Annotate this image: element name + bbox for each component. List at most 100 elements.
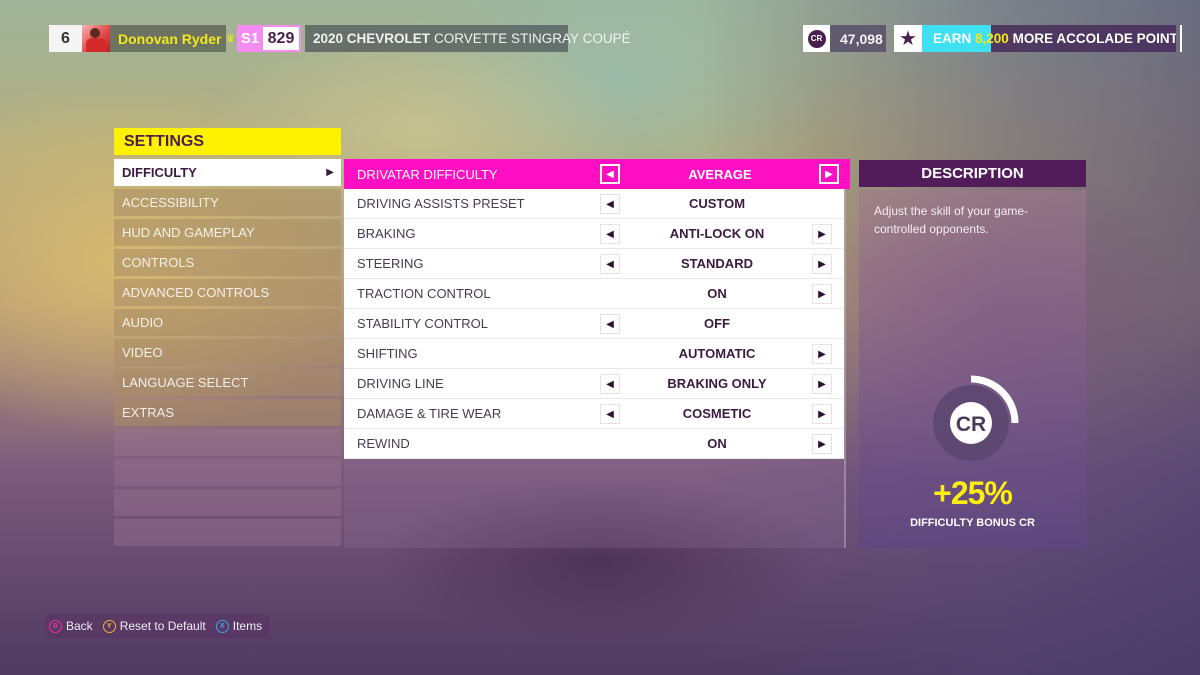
previous-value-button[interactable]: ◀ <box>600 164 620 184</box>
next-value-button[interactable]: ▶ <box>812 344 832 364</box>
description-panel: Adjust the skill of your game-controlled… <box>859 190 1086 548</box>
hint-label: Reset to Default <box>119 619 206 633</box>
cr-icon: CR <box>956 413 986 436</box>
previous-value-button[interactable]: ◀ <box>600 374 620 394</box>
option-label: REWIND <box>357 436 410 451</box>
option-steering[interactable]: STEERING ◀ STANDARD ▶ <box>344 249 844 279</box>
hint-label: Items <box>232 619 263 633</box>
button-hints: B Back Y Reset to Default X Items <box>45 614 271 638</box>
option-traction-control[interactable]: TRACTION CONTROL ON ▶ <box>344 279 844 309</box>
credits-icon-box: CR <box>803 25 830 52</box>
previous-value-button[interactable]: ◀ <box>600 254 620 274</box>
option-value: COSMETIC <box>682 406 752 421</box>
controller-button-y-icon: Y <box>102 619 116 633</box>
accolade-progress: ★ EARN 8,200 MORE ACCOLADE POINTS <box>894 25 1182 52</box>
accolade-bar: EARN 8,200 MORE ACCOLADE POINTS <box>922 25 1176 52</box>
next-value-button[interactable]: ▶ <box>812 434 832 454</box>
sidebar-item-language-select[interactable]: LANGUAGE SELECT <box>114 369 341 396</box>
accolade-divider <box>1180 25 1182 52</box>
next-value-button[interactable]: ▶ <box>812 284 832 304</box>
car-model: CORVETTE STINGRAY COUPÉ <box>434 31 631 46</box>
option-label: STEERING <box>357 256 424 271</box>
option-label: DRIVING LINE <box>357 376 444 391</box>
option-value: AVERAGE <box>688 166 752 182</box>
hint-back[interactable]: B Back <box>49 619 93 633</box>
credits-display: CR 47,098 <box>803 25 886 52</box>
accolade-text: EARN 8,200 MORE ACCOLADE POINTS <box>922 31 1176 46</box>
option-label: DRIVING ASSISTS PRESET <box>357 196 525 211</box>
next-value-button[interactable]: ▶ <box>812 374 832 394</box>
crown-icon: ♛ <box>225 33 236 45</box>
bonus-value: +25% <box>933 475 1013 511</box>
option-driving-assists-preset[interactable]: DRIVING ASSISTS PRESET ◀ CUSTOM <box>344 189 844 219</box>
settings-menu: DIFFICULTY ▶ ACCESSIBILITY HUD AND GAMEPLAY… <box>114 159 341 549</box>
hint-label: Back <box>66 619 93 633</box>
option-label: DRIVATAR DIFFICULTY <box>357 166 498 182</box>
car-class-badge: S1 <box>237 25 263 52</box>
option-value: AUTOMATIC <box>678 346 756 361</box>
option-rewind[interactable]: REWIND ON ▶ <box>344 429 844 459</box>
previous-value-button[interactable]: ◀ <box>600 194 620 214</box>
chevron-right-icon: ▶ <box>326 167 334 178</box>
next-value-button[interactable]: ▶ <box>812 224 832 244</box>
sidebar-empty-slot <box>114 429 341 456</box>
sidebar-item-label: ACCESSIBILITY <box>122 195 219 210</box>
sidebar-item-controls[interactable]: CONTROLS <box>114 249 341 276</box>
sidebar-item-label: LANGUAGE SELECT <box>122 375 249 390</box>
controller-button-b-icon: B <box>49 619 62 633</box>
option-driving-line[interactable]: DRIVING LINE ◀ BRAKING ONLY ▶ <box>344 369 844 399</box>
hint-items[interactable]: X Items <box>215 619 263 633</box>
next-value-button[interactable]: ▶ <box>812 404 832 424</box>
sidebar-item-label: HUD AND GAMEPLAY <box>122 225 255 240</box>
player-name-box: Donovan Ryder ♛ <box>110 25 235 52</box>
option-value: ANTI-LOCK ON <box>669 226 765 241</box>
option-value: OFF <box>704 316 730 331</box>
option-label: STABILITY CONTROL <box>357 316 488 331</box>
car-pi-rating: 829 <box>263 25 301 52</box>
previous-value-button[interactable]: ◀ <box>600 224 620 244</box>
previous-value-button[interactable]: ◀ <box>600 404 620 424</box>
car-make-year: 2020 CHEVROLET <box>313 31 431 46</box>
option-drivatar-difficulty[interactable]: DRIVATAR DIFFICULTY ◀ AVERAGE ▶ <box>344 159 850 189</box>
option-damage-tire-wear[interactable]: DAMAGE & TIRE WEAR ◀ COSMETIC ▶ <box>344 399 844 429</box>
sidebar-item-hud-and-gameplay[interactable]: HUD AND GAMEPLAY <box>114 219 341 246</box>
sidebar-item-advanced-controls[interactable]: ADVANCED CONTROLS <box>114 279 341 306</box>
credits-value: 47,098 <box>830 25 886 52</box>
hint-reset-to-default[interactable]: Y Reset to Default <box>102 619 206 633</box>
option-label: BRAKING <box>357 226 416 241</box>
sidebar-item-video[interactable]: VIDEO <box>114 339 341 366</box>
next-value-button[interactable]: ▶ <box>819 164 839 184</box>
option-value: BRAKING ONLY <box>667 376 767 391</box>
option-shifting[interactable]: SHIFTING AUTOMATIC ▶ <box>344 339 844 369</box>
options-list: DRIVATAR DIFFICULTY ◀ AVERAGE ▶ DRIVING ASSI… <box>344 159 850 459</box>
sidebar-item-label: VIDEO <box>122 345 163 360</box>
car-card: S1 829 2020 CHEVROLET CORVETTE STINGRAY … <box>237 25 631 52</box>
option-label: TRACTION CONTROL <box>357 286 491 301</box>
player-card: 6 Donovan Ryder ♛ <box>49 25 235 52</box>
option-braking[interactable]: BRAKING ◀ ANTI-LOCK ON ▶ <box>344 219 844 249</box>
option-label: DAMAGE & TIRE WEAR <box>357 406 502 421</box>
accolade-suffix: MORE ACCOLADE POINTS <box>1012 31 1176 46</box>
sidebar-item-label: DIFFICULTY <box>122 165 197 180</box>
accolade-points: 8,200 <box>975 31 1009 46</box>
sidebar-item-label: ADVANCED CONTROLS <box>122 285 270 300</box>
bonus-label: DIFFICULTY BONUS CR <box>910 517 1035 529</box>
sidebar-item-extras[interactable]: EXTRAS <box>114 399 341 426</box>
option-stability-control[interactable]: STABILITY CONTROL ◀ OFF <box>344 309 844 339</box>
sidebar-item-label: CONTROLS <box>122 255 195 270</box>
option-value: ON <box>707 286 727 301</box>
sidebar-empty-slot <box>114 459 341 486</box>
sidebar-item-difficulty[interactable]: DIFFICULTY ▶ <box>114 159 341 186</box>
sidebar-item-label: AUDIO <box>122 315 164 330</box>
player-rank: 6 <box>49 25 82 52</box>
credits-icon: CR <box>807 29 826 48</box>
sidebar-item-audio[interactable]: AUDIO <box>114 309 341 336</box>
sidebar-empty-slot <box>114 489 341 516</box>
settings-title: SETTINGS <box>114 128 341 155</box>
difficulty-bonus-gauge: CR <box>933 375 1019 461</box>
next-value-button[interactable]: ▶ <box>812 254 832 274</box>
option-value: CUSTOM <box>688 196 746 211</box>
previous-value-button[interactable]: ◀ <box>600 314 620 334</box>
sidebar-item-accessibility[interactable]: ACCESSIBILITY <box>114 189 341 216</box>
description-text: Adjust the skill of your game-controlled… <box>874 204 1029 236</box>
